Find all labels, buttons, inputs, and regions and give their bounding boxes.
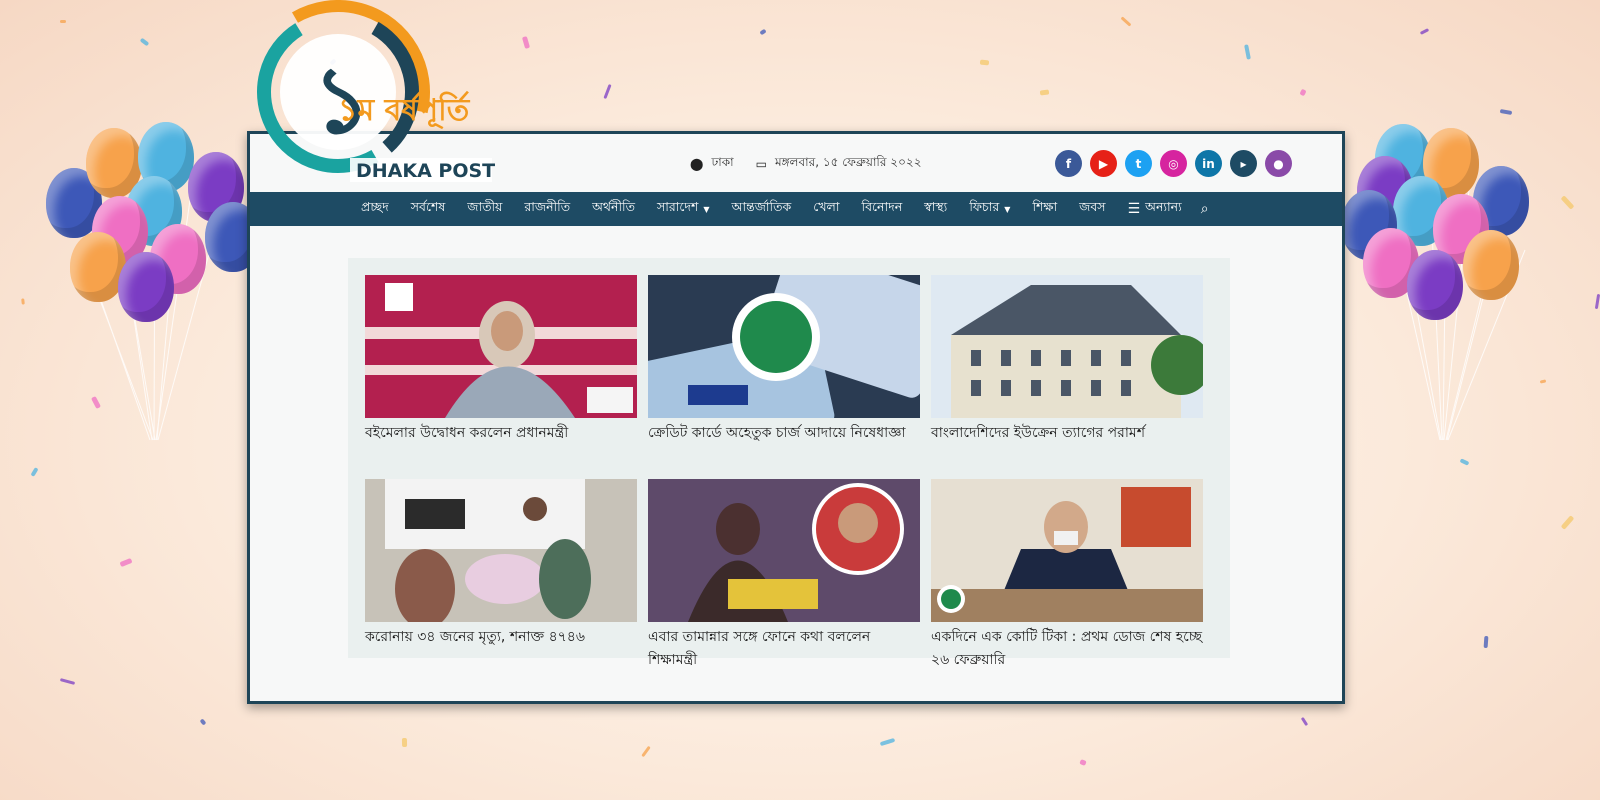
confetti-piece — [1244, 44, 1251, 60]
nav-item[interactable]: ফিচার ▼ — [958, 199, 1021, 219]
nav-list: প্রচ্ছদ সর্বশেষ জাতীয় রাজনীতি অর্থনীতি সারাদ… — [350, 199, 1117, 219]
logo-brand-text: DHAKA POST — [356, 160, 495, 182]
nav-item[interactable]: শিক্ষা — [1021, 199, 1068, 219]
confetti-piece — [1594, 293, 1600, 310]
calendar-icon: ▭ — [755, 157, 767, 171]
confetti-piece — [59, 678, 76, 685]
nav-item[interactable]: খেলা — [802, 199, 850, 219]
news-title[interactable]: ক্রেডিট কার্ডে অহেতুক চার্জ আদায়ে নিষেধ… — [648, 422, 920, 445]
site-window: ⬤ ঢাকা ▭ মঙ্গলবার, ১৫ ফেব্রুয়ারি ২০২২ f… — [247, 131, 1345, 704]
search-icon[interactable]: ⌕ — [1201, 201, 1209, 217]
twitter-icon[interactable]: t — [1125, 150, 1152, 177]
anniversary-logo[interactable]: ১ ১ম বর্ষপূর্তি DHAKA POST — [228, 0, 508, 190]
confetti-piece — [521, 36, 531, 49]
nav-item-label: ফিচার — [969, 199, 1000, 214]
caret-down-icon: ▼ — [703, 204, 710, 214]
confetti-piece — [879, 737, 896, 747]
confetti-piece — [1560, 515, 1575, 530]
location-text: ঢাকা — [711, 155, 734, 169]
location-pin-icon: ⬤ — [690, 157, 704, 171]
news-thumbnail[interactable] — [365, 275, 637, 418]
news-thumbnail[interactable] — [931, 479, 1203, 622]
news-card[interactable]: বাংলাদেশিদের ইউক্রেন ত্যাগের পরামর্শ — [931, 275, 1203, 445]
confetti-piece — [603, 83, 612, 100]
confetti-piece — [1300, 716, 1309, 727]
date-text: মঙ্গলবার, ১৫ ফেব্রুয়ারি ২০২২ — [774, 155, 922, 169]
instagram-icon[interactable]: ◎ — [1160, 150, 1187, 177]
facebook-icon[interactable]: f — [1055, 150, 1082, 177]
nav-item-label: জাতীয় — [467, 199, 503, 214]
news-thumbnail[interactable] — [931, 275, 1203, 418]
confetti-piece — [1039, 89, 1050, 96]
confetti-piece — [21, 298, 25, 305]
google-play-icon[interactable]: ▸ — [1230, 150, 1257, 177]
nav-item-label: জবস — [1079, 199, 1106, 214]
confetti-piece — [30, 467, 39, 477]
news-thumbnail[interactable] — [648, 479, 920, 622]
news-title[interactable]: এবার তামান্নার সঙ্গে ফোনে কথা বললেন শিক্… — [648, 626, 920, 672]
podcast-icon[interactable]: ● — [1265, 150, 1292, 177]
nav-item[interactable]: প্রচ্ছদ — [350, 199, 400, 219]
nav-item[interactable]: সারাদেশ ▼ — [646, 199, 721, 219]
news-title[interactable]: একদিনে এক কোটি টিকা : প্রথম ডোজ শেষ হচ্ছ… — [931, 626, 1203, 672]
confetti-piece — [979, 59, 990, 66]
confetti-piece — [759, 28, 767, 36]
confetti-piece — [1120, 16, 1132, 27]
nav-item-label: সারাদেশ — [657, 199, 699, 214]
nav-item[interactable]: অর্থনীতি — [581, 199, 646, 219]
nav-item-label: খেলা — [813, 199, 840, 214]
nav-item-label: প্রচ্ছদ — [361, 199, 389, 214]
nav-item[interactable]: জবস — [1068, 199, 1116, 219]
news-grid: বইমেলার উদ্বোধন করলেন প্রধানমন্ত্রী ক্রেড… — [348, 258, 1230, 668]
nav-item-label: অর্থনীতি — [592, 199, 636, 214]
news-card[interactable]: এবার তামান্নার সঙ্গে ফোনে কথা বললেন শিক্… — [648, 479, 920, 672]
social-links: f ▶ t ◎ in ▸ ● — [1055, 150, 1292, 177]
confetti-piece — [139, 37, 150, 47]
nav-item[interactable]: বিনোদন — [851, 199, 914, 219]
linkedin-icon[interactable]: in — [1195, 150, 1222, 177]
nav-item-label: আন্তর্জাতিক — [731, 199, 792, 214]
news-card[interactable]: বইমেলার উদ্বোধন করলেন প্রধানমন্ত্রী — [365, 275, 637, 445]
confetti-piece — [199, 718, 207, 726]
confetti-piece — [641, 745, 651, 758]
nav-item-label: রাজনীতি — [524, 199, 571, 214]
news-card[interactable]: ক্রেডিট কার্ডে অহেতুক চার্জ আদায়ে নিষেধ… — [648, 275, 920, 445]
nav-more[interactable]: ☰ অন্যান্য — [1117, 199, 1193, 219]
nav-item-label: শিক্ষা — [1032, 199, 1058, 214]
news-card[interactable]: করোনায় ৩৪ জনের মৃত্যু, শনাক্ত ৪৭৪৬ — [365, 479, 637, 649]
news-thumbnail[interactable] — [648, 275, 920, 418]
news-title[interactable]: বইমেলার উদ্বোধন করলেন প্রধানমন্ত্রী — [365, 422, 637, 445]
caret-down-icon: ▼ — [1004, 204, 1011, 214]
youtube-icon[interactable]: ▶ — [1090, 150, 1117, 177]
confetti-piece — [1299, 88, 1307, 97]
nav-item-label: সর্বশেষ — [410, 199, 446, 214]
news-title[interactable]: করোনায় ৩৪ জনের মৃত্যু, শনাক্ত ৪৭৪৬ — [365, 626, 637, 649]
news-title[interactable]: বাংলাদেশিদের ইউক্রেন ত্যাগের পরামর্শ — [931, 422, 1203, 445]
nav-item[interactable]: জাতীয় — [456, 199, 513, 219]
hamburger-icon: ☰ — [1127, 201, 1141, 217]
nav-item[interactable]: স্বাস্থ্য — [913, 199, 958, 219]
nav-item[interactable]: রাজনীতি — [513, 199, 581, 219]
nav-item[interactable]: সর্বশেষ — [400, 199, 457, 219]
confetti-piece — [60, 20, 66, 23]
confetti-piece — [1499, 108, 1513, 116]
logo-anniversary-word: ১ম বর্ষপূর্তি — [338, 91, 471, 129]
confetti-piece — [1483, 635, 1489, 649]
location-date: ⬤ ঢাকা ▭ মঙ্গলবার, ১৫ ফেব্রুয়ারি ২০২২ — [690, 154, 922, 174]
confetti-piece — [1079, 759, 1087, 766]
confetti-piece — [1560, 195, 1575, 210]
confetti-piece — [401, 737, 408, 748]
main-navbar: প্রচ্ছদ সর্বশেষ জাতীয় রাজনীতি অর্থনীতি সারাদ… — [250, 192, 1342, 226]
balloons-right-decoration — [1341, 120, 1555, 460]
nav-item[interactable]: আন্তর্জাতিক — [721, 199, 803, 219]
confetti-piece — [1419, 28, 1430, 35]
news-card[interactable]: একদিনে এক কোটি টিকা : প্রথম ডোজ শেষ হচ্ছ… — [931, 479, 1203, 672]
balloons-left-decoration — [40, 120, 261, 460]
nav-more-label: অন্যান্য — [1145, 199, 1182, 214]
nav-item-label: স্বাস্থ্য — [924, 199, 948, 214]
nav-item-label: বিনোদন — [861, 199, 903, 214]
news-thumbnail[interactable] — [365, 479, 637, 622]
confetti-piece — [119, 557, 133, 568]
